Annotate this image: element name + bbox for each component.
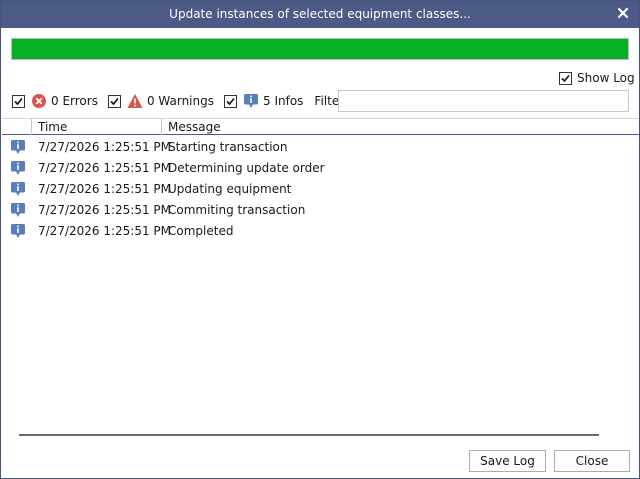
show-log-toggle[interactable]: Show Log <box>559 70 635 86</box>
dialog-window: Update instances of selected equipment c… <box>0 0 640 479</box>
warnings-count-label: 0 Warnings <box>146 94 214 108</box>
infos-filter[interactable]: 5 Infos <box>224 93 303 109</box>
row-time: 7/27/2026 1:25:51 PM <box>38 224 172 238</box>
row-message: Completed <box>168 224 234 238</box>
info-icon <box>10 160 26 176</box>
row-message: Commiting transaction <box>168 203 306 217</box>
show-log-label: Show Log <box>577 71 635 85</box>
info-icon <box>10 202 26 218</box>
warning-icon <box>127 93 143 109</box>
close-button[interactable]: Close <box>554 450 630 472</box>
progress-bar <box>11 38 629 60</box>
horizontal-scrollbar[interactable] <box>19 434 599 436</box>
table-row[interactable]: 7/27/2026 1:25:51 PM Commiting transactio… <box>2 200 639 221</box>
row-message: Determining update order <box>168 161 325 175</box>
close-icon[interactable] <box>616 6 630 20</box>
title-bar[interactable]: Update instances of selected equipment c… <box>1 1 639 28</box>
warnings-checkbox[interactable] <box>107 94 121 108</box>
info-icon <box>243 93 259 109</box>
table-row[interactable]: 7/27/2026 1:25:51 PM Determining update o… <box>2 158 639 179</box>
row-time: 7/27/2026 1:25:51 PM <box>38 140 172 154</box>
infos-checkbox[interactable] <box>224 94 237 108</box>
save-log-button[interactable]: Save Log <box>469 450 546 472</box>
show-log-checkbox[interactable] <box>559 71 572 85</box>
errors-checkbox[interactable] <box>12 94 25 108</box>
row-message: Starting transaction <box>168 140 288 154</box>
row-time: 7/27/2026 1:25:51 PM <box>38 203 172 217</box>
error-icon <box>31 93 47 109</box>
table-row[interactable]: 7/27/2026 1:25:51 PM Completed <box>2 221 639 242</box>
log-filter-bar: 0 Errors 0 Warnings 5 Infos Filter: <box>12 90 354 112</box>
table-row[interactable]: 7/27/2026 1:25:51 PM Updating equipment <box>2 179 639 200</box>
window-title: Update instances of selected equipment c… <box>169 7 471 21</box>
log-grid-header: Time Message <box>2 118 639 135</box>
message-column-header[interactable]: Message <box>161 119 639 135</box>
row-time: 7/27/2026 1:25:51 PM <box>38 182 172 196</box>
row-message: Updating equipment <box>168 182 292 196</box>
table-row[interactable]: 7/27/2026 1:25:51 PM Starting transaction <box>2 137 639 158</box>
info-icon <box>10 181 26 197</box>
time-column-header[interactable]: Time <box>31 119 161 135</box>
errors-filter[interactable]: 0 Errors <box>12 93 98 109</box>
progress-fill <box>12 39 628 59</box>
row-time: 7/27/2026 1:25:51 PM <box>38 161 172 175</box>
infos-count-label: 5 Infos <box>263 94 304 108</box>
filter-input[interactable] <box>338 90 629 112</box>
log-grid: Time Message 7/27/2026 1:25:51 PM Startin… <box>2 118 639 443</box>
info-icon <box>10 139 26 155</box>
errors-count-label: 0 Errors <box>51 94 98 108</box>
info-icon <box>10 223 26 239</box>
warnings-filter[interactable]: 0 Warnings <box>107 93 214 109</box>
